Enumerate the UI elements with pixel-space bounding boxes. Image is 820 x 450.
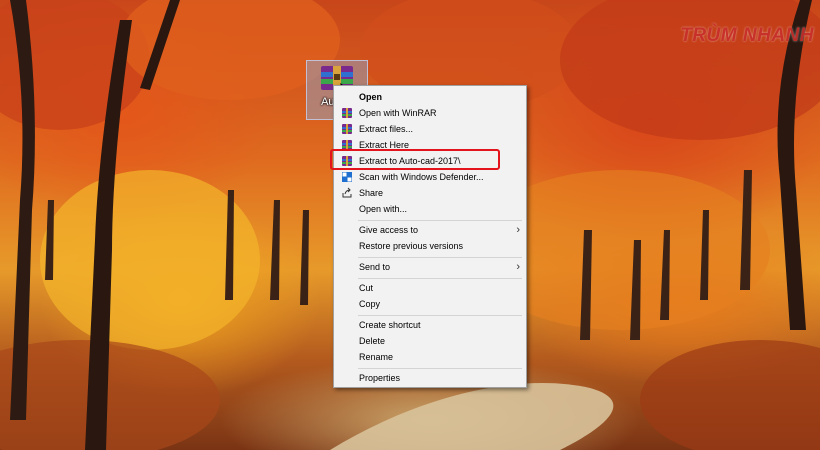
- menu-item-label: Scan with Windows Defender...: [359, 172, 484, 182]
- menu-item-label: Cut: [359, 283, 374, 293]
- menu-item-rename[interactable]: Rename: [336, 349, 524, 365]
- menu-item-label: Send to: [359, 262, 391, 272]
- menu-item-open-with[interactable]: Open with...: [336, 201, 524, 217]
- menu-item-create-shortcut[interactable]: Create shortcut: [336, 317, 524, 333]
- menu-item-label: Open with...: [359, 204, 408, 214]
- context-menu: Open Open with WinRAR Extract files... E…: [333, 85, 527, 388]
- menu-item-delete[interactable]: Delete: [336, 333, 524, 349]
- menu-item-label: Create shortcut: [359, 320, 421, 330]
- chevron-right-icon: ›: [516, 224, 520, 236]
- watermark-logo: TRÙM NHANH: [680, 25, 814, 46]
- menu-item-cut[interactable]: Cut: [336, 280, 524, 296]
- menu-item-copy[interactable]: Copy: [336, 296, 524, 312]
- menu-item-label: Properties: [359, 373, 401, 383]
- menu-item-label: Delete: [359, 336, 386, 346]
- menu-item-restore-versions[interactable]: Restore previous versions: [336, 238, 524, 254]
- menu-item-label: Open: [359, 92, 383, 102]
- menu-item-label: Copy: [359, 299, 381, 309]
- menu-item-label: Open with WinRAR: [359, 108, 437, 118]
- menu-separator: [358, 278, 522, 279]
- menu-item-label: Extract files...: [359, 124, 414, 134]
- menu-item-open-with-winrar[interactable]: Open with WinRAR: [336, 105, 524, 121]
- menu-separator: [358, 220, 522, 221]
- menu-item-send-to[interactable]: Send to ›: [336, 259, 524, 275]
- defender-shield-icon: [342, 172, 352, 182]
- menu-item-give-access[interactable]: Give access to ›: [336, 222, 524, 238]
- menu-separator: [358, 368, 522, 369]
- highlight-box: [330, 149, 500, 170]
- menu-item-extract-files[interactable]: Extract files...: [336, 121, 524, 137]
- chevron-right-icon: ›: [516, 261, 520, 273]
- menu-item-open[interactable]: Open: [336, 89, 524, 105]
- menu-item-scan-defender[interactable]: Scan with Windows Defender...: [336, 169, 524, 185]
- menu-separator: [358, 315, 522, 316]
- winrar-icon: [342, 108, 352, 118]
- menu-item-label: Share: [359, 188, 384, 198]
- menu-item-label: Rename: [359, 352, 394, 362]
- winrar-icon: [342, 124, 352, 134]
- menu-separator: [358, 257, 522, 258]
- share-icon: [342, 187, 352, 198]
- menu-item-share[interactable]: Share: [336, 185, 524, 201]
- menu-item-label: Restore previous versions: [359, 241, 464, 251]
- menu-item-label: Give access to: [359, 225, 419, 235]
- menu-item-properties[interactable]: Properties: [336, 370, 524, 386]
